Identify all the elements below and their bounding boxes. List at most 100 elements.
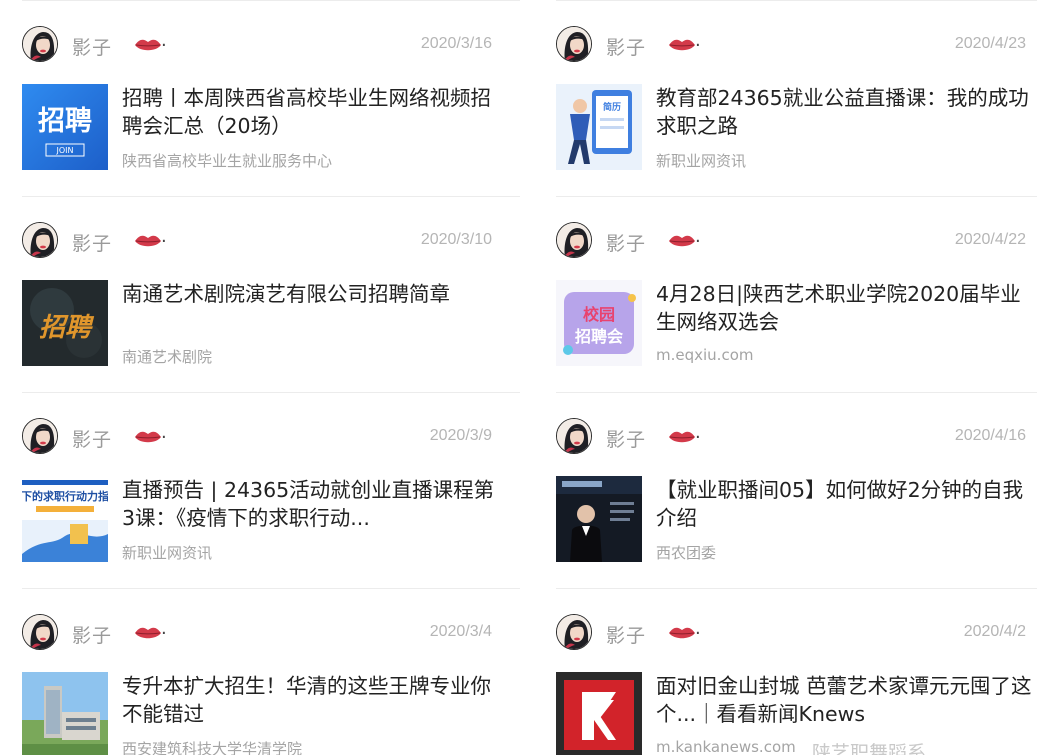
post-date: 2020/4/22	[954, 231, 1026, 248]
article-title[interactable]: 【就业职播间05】如何做好2分钟的自我介绍	[656, 476, 1036, 532]
divider	[556, 196, 1037, 197]
shared-article[interactable]: 简历 教育部24365就业公益直播课：我的成功求职之路 新职业网资讯	[556, 84, 1036, 174]
red-lips-icon	[134, 37, 162, 53]
avatar[interactable]	[22, 26, 58, 62]
left-column: 影子 . 2020/3/16 招聘 JOIN 招聘丨本周陕西省高校毕业生网络视频招…	[22, 0, 522, 755]
svg-text:下的求职行动力指: 下的求职行动力指	[22, 489, 108, 503]
avatar[interactable]	[556, 614, 592, 650]
post-date: 2020/3/9	[429, 427, 492, 444]
post-date: 2020/3/4	[429, 623, 492, 640]
post-date: 2020/3/10	[420, 231, 492, 248]
list-item[interactable]: 影子 . 2020/3/16 招聘 JOIN 招聘丨本周陕西省高校毕业生网络视频招…	[22, 0, 522, 196]
avatar[interactable]	[22, 614, 58, 650]
author-name[interactable]: 影子	[72, 33, 112, 60]
avatar[interactable]	[556, 418, 592, 454]
article-source: 南通艺术剧院	[122, 348, 213, 366]
red-lips-icon	[134, 625, 162, 641]
article-source: 新职业网资讯	[122, 544, 213, 562]
red-lips-icon	[668, 37, 696, 53]
author-row[interactable]: 影子 . 2020/3/4	[22, 614, 492, 652]
author-suffix: .	[161, 618, 167, 639]
article-thumbnail[interactable]	[22, 672, 108, 755]
post-date: 2020/3/16	[420, 35, 492, 52]
divider	[556, 392, 1037, 393]
watermark-text: 陕艺职舞蹈系	[812, 742, 927, 755]
author-suffix: .	[695, 618, 701, 639]
article-title[interactable]: 面对旧金山封城 芭蕾艺术家谭元元囤了这个...｜看看新闻Knews	[656, 672, 1036, 728]
author-name[interactable]: 影子	[606, 425, 646, 452]
author-row[interactable]: 影子 . 2020/3/16	[22, 26, 492, 64]
red-lips-icon	[668, 625, 696, 641]
article-source: 西安建筑科技大学华清学院	[122, 740, 303, 755]
article-source: m.eqxiu.com	[656, 346, 754, 364]
list-item[interactable]: 影子 . 2020/3/4 专升本扩大招生！华清的这些王牌专业你不能错过 西安建…	[22, 588, 522, 755]
shared-article[interactable]: 下的求职行动力指 直播预告 | 24365活动就创业直播课程第3课：《疫情下的求…	[22, 476, 502, 566]
avatar[interactable]	[22, 222, 58, 258]
avatar[interactable]	[556, 222, 592, 258]
list-item[interactable]: 影子 . 2020/4/23 简历 教育部24365就业公益直播课：我的成功求职…	[556, 0, 1037, 196]
red-lips-icon	[134, 233, 162, 249]
article-source: m.kankanews.com	[656, 738, 796, 755]
author-suffix: .	[161, 422, 167, 443]
list-item[interactable]: 影子 . 2020/3/9 下的求职行动力指 直播预告 | 24365活动就创业…	[22, 392, 522, 588]
shared-article[interactable]: 招聘 JOIN 招聘丨本周陕西省高校毕业生网络视频招聘会汇总（20场） 陕西省高校…	[22, 84, 502, 174]
author-name[interactable]: 影子	[606, 621, 646, 648]
article-thumbnail[interactable]: 校园 招聘会	[556, 280, 642, 366]
author-suffix: .	[695, 30, 701, 51]
list-item[interactable]: 影子 . 2020/4/16 【就业职播间05】如何做好2分钟的自我介绍 西农团…	[556, 392, 1037, 588]
list-item[interactable]: 影子 . 2020/4/2 面对旧金山封城 芭蕾艺术家谭元元囤了这个...｜看看…	[556, 588, 1037, 755]
author-name[interactable]: 影子	[72, 621, 112, 648]
author-row[interactable]: 影子 . 2020/3/9	[22, 418, 492, 456]
article-source: 西农团委	[656, 544, 717, 562]
article-thumbnail[interactable]	[556, 476, 642, 562]
red-lips-icon	[134, 429, 162, 445]
article-title[interactable]: 直播预告 | 24365活动就创业直播课程第3课：《疫情下的求职行动...	[122, 476, 502, 532]
author-name[interactable]: 影子	[72, 229, 112, 256]
article-source: 陕西省高校毕业生就业服务中心	[122, 152, 333, 170]
article-thumbnail[interactable]: 简历	[556, 84, 642, 170]
article-thumbnail[interactable]: 招聘 JOIN	[22, 84, 108, 170]
post-date: 2020/4/23	[954, 35, 1026, 52]
divider	[22, 588, 520, 589]
author-suffix: .	[161, 226, 167, 247]
article-thumbnail[interactable]	[556, 672, 642, 755]
author-row[interactable]: 影子 . 2020/4/23	[556, 26, 1026, 64]
author-name[interactable]: 影子	[606, 33, 646, 60]
article-thumbnail[interactable]: 招聘	[22, 280, 108, 366]
shared-article[interactable]: 校园 招聘会 4月28日|陕西艺术职业学院2020届毕业生网络双选会 m.eqxi…	[556, 280, 1036, 370]
author-name[interactable]: 影子	[72, 425, 112, 452]
author-row[interactable]: 影子 . 2020/3/10	[22, 222, 492, 260]
shared-article[interactable]: 招聘 南通艺术剧院演艺有限公司招聘简章 南通艺术剧院	[22, 280, 502, 370]
divider	[556, 588, 1037, 589]
list-item[interactable]: 影子 . 2020/4/22 校园 招聘会 4月28日|陕西艺术职业学院2020届…	[556, 196, 1037, 392]
shared-article[interactable]: 专升本扩大招生！华清的这些王牌专业你不能错过 西安建筑科技大学华清学院	[22, 672, 502, 755]
list-item[interactable]: 影子 . 2020/3/10 招聘 南通艺术剧院演艺有限公司招聘简章 南通艺术剧…	[22, 196, 522, 392]
author-row[interactable]: 影子 . 2020/4/22	[556, 222, 1026, 260]
avatar[interactable]	[556, 26, 592, 62]
article-source: 新职业网资讯	[656, 152, 747, 170]
post-date: 2020/4/16	[954, 427, 1026, 444]
svg-text:招聘: 招聘	[39, 313, 95, 343]
divider	[22, 196, 520, 197]
svg-text:校园: 校园	[583, 305, 615, 324]
article-title[interactable]: 招聘丨本周陕西省高校毕业生网络视频招聘会汇总（20场）	[122, 84, 502, 140]
svg-text:招聘: 招聘	[38, 106, 92, 137]
shared-article[interactable]: 【就业职播间05】如何做好2分钟的自我介绍 西农团委	[556, 476, 1036, 566]
avatar[interactable]	[22, 418, 58, 454]
author-row[interactable]: 影子 . 2020/4/2	[556, 614, 1026, 652]
author-name[interactable]: 影子	[606, 229, 646, 256]
post-date: 2020/4/2	[963, 623, 1026, 640]
author-suffix: .	[695, 422, 701, 443]
author-row[interactable]: 影子 . 2020/4/16	[556, 418, 1026, 456]
article-thumbnail[interactable]: 下的求职行动力指	[22, 476, 108, 562]
author-suffix: .	[695, 226, 701, 247]
red-lips-icon	[668, 233, 696, 249]
article-title[interactable]: 4月28日|陕西艺术职业学院2020届毕业生网络双选会	[656, 280, 1036, 336]
article-title[interactable]: 专升本扩大招生！华清的这些王牌专业你不能错过	[122, 672, 502, 728]
right-column: 影子 . 2020/4/23 简历 教育部24365就业公益直播课：我的成功求职…	[556, 0, 1037, 755]
article-title[interactable]: 南通艺术剧院演艺有限公司招聘简章	[122, 280, 502, 308]
red-lips-icon	[668, 429, 696, 445]
author-suffix: .	[161, 30, 167, 51]
article-title[interactable]: 教育部24365就业公益直播课：我的成功求职之路	[656, 84, 1036, 140]
shared-article[interactable]: 面对旧金山封城 芭蕾艺术家谭元元囤了这个...｜看看新闻Knews m.kank…	[556, 672, 1036, 755]
